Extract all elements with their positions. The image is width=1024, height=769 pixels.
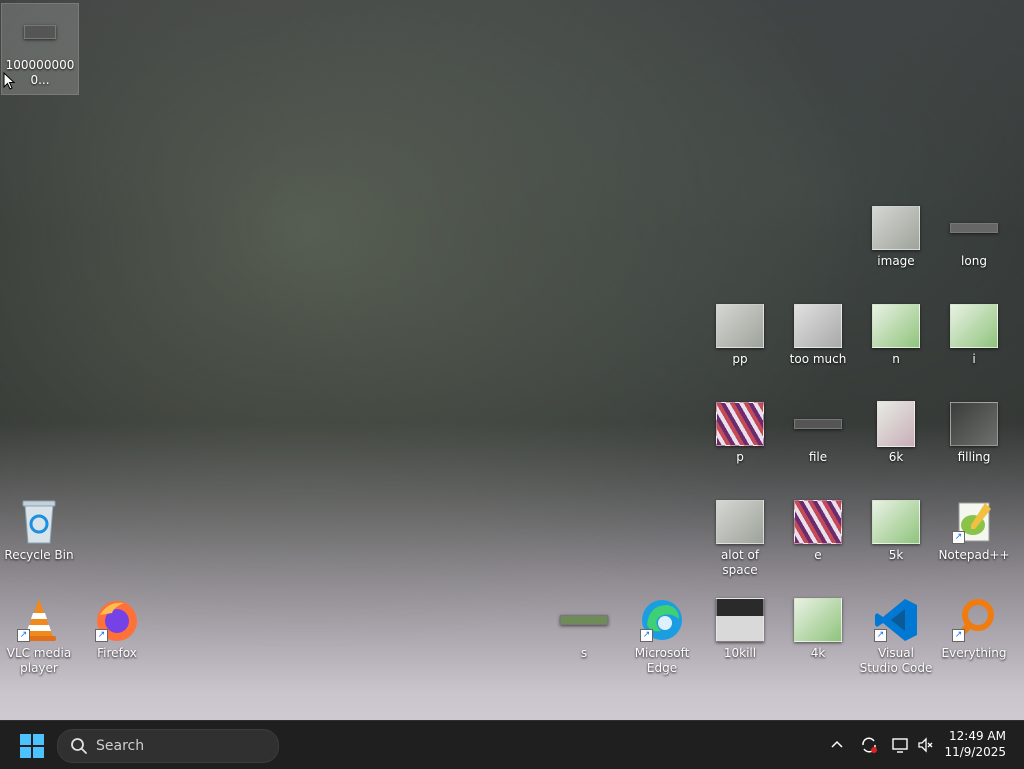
everything-search-icon: ↗ — [950, 596, 998, 644]
desktop-icon-label: Visual Studio Code — [859, 646, 933, 675]
file-thumbnail-icon — [950, 204, 998, 252]
desktop-icon-label: file — [808, 450, 828, 464]
desktop-icon-file-4k[interactable]: 4k — [780, 592, 856, 682]
file-thumbnail-icon — [716, 596, 764, 644]
desktop-icon-vscode[interactable]: ↗ Visual Studio Code — [858, 592, 934, 682]
desktop-icon-file-i[interactable]: i — [936, 298, 1012, 388]
volume-muted-icon[interactable] — [914, 733, 938, 757]
desktop-icon-file-p[interactable]: p — [702, 396, 778, 486]
file-thumbnail-icon — [560, 596, 608, 644]
desktop-icon-label: p — [736, 450, 744, 464]
file-thumbnail-icon — [794, 302, 842, 350]
desktop-icon-file-6k[interactable]: 6k — [858, 396, 934, 486]
desktop-icon-label: Firefox — [97, 646, 137, 660]
desktop-icon-label: n — [892, 352, 900, 366]
desktop-icon-file-pp[interactable]: pp — [702, 298, 778, 388]
file-thumbnail-icon — [872, 498, 920, 546]
file-thumbnail-icon — [16, 8, 64, 56]
shortcut-arrow-icon: ↗ — [874, 629, 887, 642]
desktop-icon-file-too-much[interactable]: too much — [780, 298, 856, 388]
desktop-icon-label: image — [877, 254, 915, 268]
desktop: 1000000000... Recycle Bin ↗ VLC media pl… — [0, 0, 1024, 720]
notepad-plus-plus-icon: ↗ — [950, 498, 998, 546]
shortcut-arrow-icon: ↗ — [952, 531, 965, 544]
desktop-icon-label: alot of space — [720, 548, 760, 577]
desktop-icon-label: 4k — [810, 646, 826, 660]
desktop-icon-label: pp — [732, 352, 748, 366]
taskbar-clock[interactable]: 12:49 AM 11/9/2025 — [944, 728, 1006, 760]
file-thumbnail-icon — [794, 498, 842, 546]
desktop-icon-label: 5k — [888, 548, 904, 562]
edge-icon: ↗ — [638, 596, 686, 644]
file-thumbnail-icon — [794, 400, 842, 448]
desktop-icon-vlc[interactable]: ↗ VLC media player — [1, 592, 77, 682]
search-icon — [68, 735, 90, 757]
desktop-icon-label: filling — [957, 450, 991, 464]
shortcut-arrow-icon: ↗ — [640, 629, 653, 642]
file-thumbnail-icon — [716, 498, 764, 546]
desktop-icon-file-n[interactable]: n — [858, 298, 934, 388]
file-thumbnail-icon — [950, 302, 998, 350]
desktop-icon-file-e[interactable]: e — [780, 494, 856, 584]
desktop-icon-everything[interactable]: ↗ Everything — [936, 592, 1012, 682]
desktop-icon-label: VLC media player — [6, 646, 72, 675]
firefox-icon: ↗ — [93, 596, 141, 644]
desktop-icon-file-long[interactable]: long — [936, 200, 1012, 290]
clock-date: 11/9/2025 — [944, 745, 1006, 759]
file-thumbnail-icon — [716, 302, 764, 350]
file-thumbnail-icon — [872, 204, 920, 252]
desktop-icon-notepad-plus-plus[interactable]: ↗ Notepad++ — [936, 494, 1012, 584]
show-hidden-icons-chevron-up-icon[interactable] — [825, 733, 849, 757]
recycle-bin-icon — [15, 498, 63, 546]
desktop-icon-label: Notepad++ — [938, 548, 1010, 562]
desktop-icon-label: s — [580, 646, 588, 660]
desktop-icon-label: Microsoft Edge — [634, 646, 690, 675]
desktop-icon-label: 6k — [888, 450, 904, 464]
start-button[interactable] — [20, 734, 44, 758]
shortcut-arrow-icon: ↗ — [17, 629, 30, 642]
network-icon[interactable] — [888, 733, 912, 757]
desktop-icon-label: 10kill — [723, 646, 757, 660]
desktop-icon-file-s[interactable]: s — [546, 592, 622, 682]
desktop-icon-edge[interactable]: ↗ Microsoft Edge — [624, 592, 700, 682]
desktop-icon-label: Everything — [941, 646, 1007, 660]
shortcut-arrow-icon: ↗ — [95, 629, 108, 642]
file-thumbnail-icon — [716, 400, 764, 448]
file-thumbnail-icon — [872, 400, 920, 448]
sync-icon[interactable] — [857, 733, 881, 757]
taskbar: Search 12:49 AM 11/9/2025 — [0, 720, 1024, 769]
desktop-icon-firefox[interactable]: ↗ Firefox — [79, 592, 155, 682]
taskbar-search-box[interactable]: Search — [57, 729, 279, 763]
desktop-icon-recycle-bin[interactable]: Recycle Bin — [1, 494, 77, 584]
desktop-icon-label: long — [961, 254, 987, 268]
file-thumbnail-icon — [872, 302, 920, 350]
desktop-icon-label: e — [814, 548, 822, 562]
file-thumbnail-icon — [950, 400, 998, 448]
desktop-icon-file-placeholder-2[interactable]: image — [858, 200, 934, 290]
desktop-icon-label: Recycle Bin — [4, 548, 74, 562]
file-thumbnail-icon — [794, 596, 842, 644]
desktop-icon-label: too much — [789, 352, 847, 366]
desktop-icon-file-placeholder-1[interactable]: file — [780, 396, 856, 486]
desktop-icon-file-10kill[interactable]: 10kill — [702, 592, 778, 682]
vlc-cone-icon: ↗ — [15, 596, 63, 644]
clock-time: 12:49 AM — [949, 729, 1006, 743]
search-placeholder: Search — [96, 738, 145, 754]
desktop-icon-file-alot-of-space[interactable]: alot of space — [702, 494, 778, 584]
shortcut-arrow-icon: ↗ — [952, 629, 965, 642]
desktop-icon-file-5k[interactable]: 5k — [858, 494, 934, 584]
desktop-icon-file-filling[interactable]: filling — [936, 396, 1012, 486]
vscode-icon: ↗ — [872, 596, 920, 644]
desktop-icon-label: i — [972, 352, 976, 366]
